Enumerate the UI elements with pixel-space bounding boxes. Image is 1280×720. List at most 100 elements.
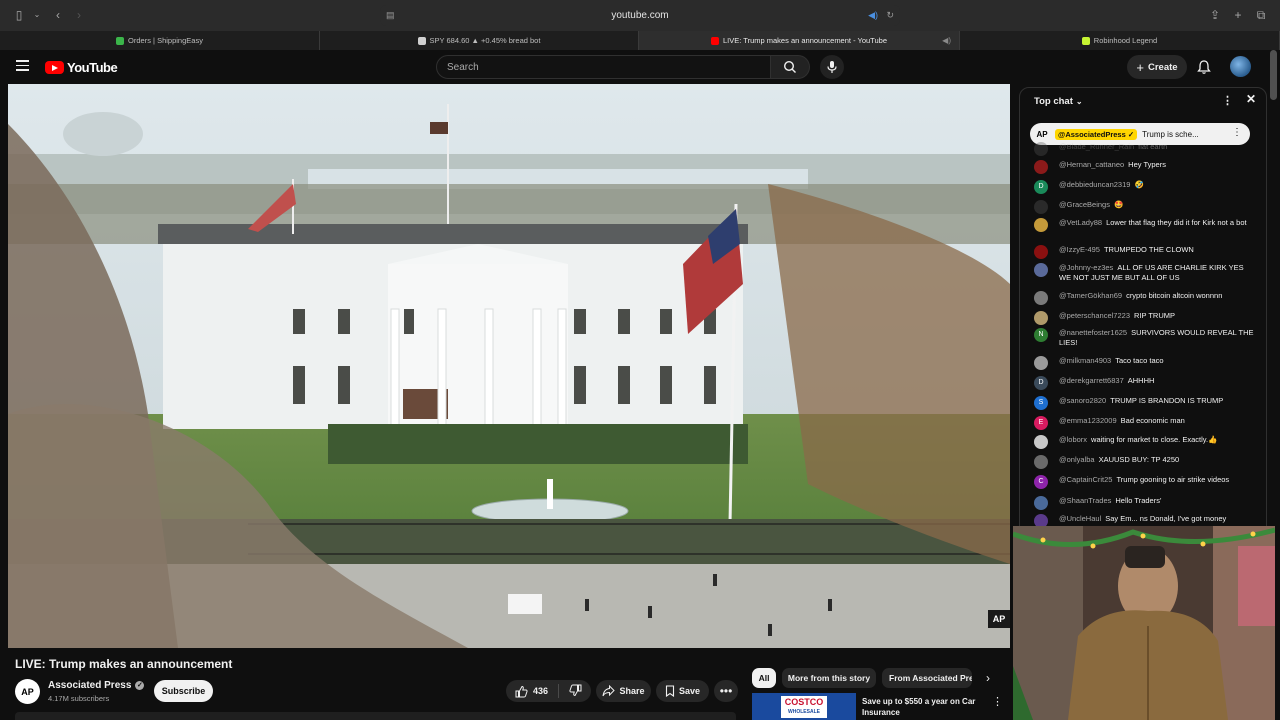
video-player[interactable]: AP xyxy=(8,84,1010,648)
chat-text: Taco taco taco xyxy=(1115,356,1164,365)
like-button[interactable]: 436 xyxy=(515,685,548,698)
chat-header: Top chat ⌄ ⋮ ✕ xyxy=(1020,88,1266,114)
chat-message[interactable]: N @nanettefoster1625 SURVIVORS WOULD REVEA… xyxy=(1034,328,1256,348)
search-input[interactable] xyxy=(447,61,770,73)
subscribe-button[interactable]: Subscribe xyxy=(154,680,213,702)
page-settings-icon[interactable]: ▤ xyxy=(386,10,395,21)
reload-icon[interactable]: ↻ xyxy=(886,10,894,21)
account-avatar[interactable] xyxy=(1230,56,1251,77)
ad-more-options-icon[interactable]: ⋮ xyxy=(992,695,1003,708)
chat-text: TRUMP IS BRANDON IS TRUMP xyxy=(1110,396,1224,405)
chat-message[interactable]: @Johnny-ez3es ALL OF US ARE CHARLIE KIRK … xyxy=(1034,263,1256,283)
chat-message[interactable]: @GraceBeings 🤩 xyxy=(1034,200,1256,214)
chat-author[interactable]: @GraceBeings xyxy=(1059,200,1110,209)
chat-more-options-icon[interactable]: ⋮ xyxy=(1222,94,1233,107)
webcam-image xyxy=(1013,526,1275,720)
forward-icon[interactable]: › xyxy=(72,8,86,22)
back-icon[interactable]: ‹ xyxy=(51,8,65,22)
chat-author[interactable]: @onlyalba xyxy=(1059,455,1095,464)
chat-message[interactable]: @IzzyE-495 TRUMPEDO THE CLOWN xyxy=(1034,245,1256,259)
more-actions-button[interactable]: ••• xyxy=(714,680,738,702)
share-icon[interactable]: ⇪ xyxy=(1208,8,1222,22)
chat-text: Lower that flag they did it for Kirk not… xyxy=(1106,218,1247,227)
chat-mode-dropdown[interactable]: Top chat ⌄ xyxy=(1034,96,1083,107)
chat-author[interactable]: @debbieduncan2319 xyxy=(1059,180,1130,189)
tab-shippingeasy[interactable]: Orders | ShippingEasy xyxy=(0,31,320,50)
tab-spy[interactable]: SPY 684.60 ▲ +0.45% bread bot xyxy=(320,31,639,50)
chat-author[interactable]: @peterschancel7223 xyxy=(1059,311,1130,320)
chat-message[interactable]: @Hernan_cattaneo Hey Typers xyxy=(1034,160,1256,174)
chat-author[interactable]: @loborx xyxy=(1059,435,1087,444)
address-bar[interactable]: ▤ youtube.com ◀) ↻ xyxy=(380,5,900,26)
chat-avatar: D xyxy=(1034,180,1048,194)
chat-author[interactable]: @milkman4903 xyxy=(1059,356,1111,365)
chip-from-associated-press[interactable]: From Associated Press xyxy=(882,668,972,688)
chat-author[interactable]: @IzzyE-495 xyxy=(1059,245,1100,254)
save-button[interactable]: Save xyxy=(656,680,709,702)
chat-author[interactable]: @VetLady88 xyxy=(1059,218,1102,227)
sponsored-ad[interactable]: COSTCO WHOLESALE Save up to $550 a year … xyxy=(752,693,1010,720)
chat-author[interactable]: @sanoro2820 xyxy=(1059,396,1106,405)
chat-author[interactable]: @nanettefoster1625 xyxy=(1059,328,1127,337)
chat-scrollbar[interactable] xyxy=(1259,122,1263,522)
verified-check-icon: ✓ xyxy=(135,681,145,690)
notifications-bell-icon[interactable] xyxy=(1196,59,1212,75)
robinhood-favicon-icon xyxy=(1081,36,1090,45)
pinned-author: @AssociatedPress ✓ xyxy=(1055,128,1138,140)
chat-author[interactable]: @UncleHaul xyxy=(1059,514,1101,523)
chat-avatar xyxy=(1034,291,1048,305)
youtube-logo[interactable]: YouTube xyxy=(45,60,118,75)
search-button[interactable] xyxy=(771,55,810,79)
new-tab-icon[interactable]: + xyxy=(1231,8,1245,22)
chevron-right-icon[interactable]: › xyxy=(980,670,996,686)
chat-author[interactable]: @derekgarrett6837 xyxy=(1059,376,1124,385)
mute-tab-icon[interactable]: ◀) xyxy=(942,36,951,45)
chat-message[interactable]: S @sanoro2820 TRUMP IS BRANDON IS TRUMP xyxy=(1034,396,1256,410)
chat-avatar xyxy=(1034,311,1048,325)
chat-author[interactable]: @emma1232009 xyxy=(1059,416,1117,425)
tab-overview-icon[interactable]: ⧉ xyxy=(1254,8,1268,22)
audio-playing-icon[interactable]: ◀) xyxy=(868,10,878,21)
description-box[interactable] xyxy=(15,712,736,720)
chat-author[interactable]: @TamerGökhan69 xyxy=(1059,291,1122,300)
chat-message[interactable]: D @derekgarrett6837 AHHHH xyxy=(1034,376,1256,390)
search-box[interactable] xyxy=(436,55,771,79)
shippingeasy-favicon-icon xyxy=(116,36,125,45)
chat-message[interactable]: C @CaptainCrit25 Trump gooning to air stri… xyxy=(1034,475,1256,489)
pinned-more-icon[interactable]: ⋮ xyxy=(1232,127,1242,138)
chat-avatar xyxy=(1034,496,1048,510)
chat-message[interactable]: @loborx waiting for market to close. Exac… xyxy=(1034,435,1256,449)
chevron-down-icon[interactable]: ⌄ xyxy=(30,8,44,22)
close-chat-icon[interactable]: ✕ xyxy=(1246,92,1256,106)
chat-text: waiting for market to close. Exactly.👍 xyxy=(1091,435,1218,444)
page-scrollbar[interactable] xyxy=(1270,50,1277,100)
chat-message[interactable]: @TamerGökhan69 crypto bitcoin altcoin won… xyxy=(1034,291,1256,305)
chip-all[interactable]: All xyxy=(752,668,776,688)
chat-message[interactable]: E @emma1232009 Bad economic man xyxy=(1034,416,1256,430)
dislike-button[interactable] xyxy=(569,684,582,699)
tab-youtube[interactable]: LIVE: Trump makes an announcement - YouT… xyxy=(639,31,960,50)
chat-message[interactable]: @onlyalba XAUUSD BUY: TP 4250 xyxy=(1034,455,1256,469)
chat-message[interactable]: @milkman4903 Taco taco taco xyxy=(1034,356,1256,370)
chat-author[interactable]: @CaptainCrit25 xyxy=(1059,475,1112,484)
chat-author[interactable]: @ShaanTrades xyxy=(1059,496,1111,505)
tab-robinhood[interactable]: Robinhood Legend xyxy=(960,31,1280,50)
share-button[interactable]: Share xyxy=(596,680,651,702)
create-button[interactable]: + Create xyxy=(1127,55,1187,79)
sidebar-toggle-icon[interactable]: ▯ xyxy=(12,8,26,22)
channel-avatar[interactable]: AP xyxy=(15,679,40,704)
chat-message[interactable]: @VetLady88 Lower that flag they did it fo… xyxy=(1034,218,1256,232)
chat-message[interactable]: @ShaanTrades Hello Traders' xyxy=(1034,496,1256,510)
hamburger-menu-icon[interactable] xyxy=(16,60,29,71)
chat-avatar xyxy=(1034,263,1048,277)
chat-text: 🤣 xyxy=(1134,180,1144,189)
chat-avatar xyxy=(1034,218,1048,232)
chat-message[interactable]: @peterschancel7223 RIP TRUMP xyxy=(1034,311,1256,325)
chip-more-from-story[interactable]: More from this story xyxy=(782,668,876,688)
chat-message[interactable]: D @debbieduncan2319 🤣 xyxy=(1034,180,1256,194)
chat-author[interactable]: @Hernan_cattaneo xyxy=(1059,160,1124,169)
search-icon xyxy=(783,60,796,73)
channel-name[interactable]: Associated Press ✓ xyxy=(48,680,145,691)
voice-search-button[interactable] xyxy=(820,55,844,79)
chat-author[interactable]: @Johnny-ez3es xyxy=(1059,263,1113,272)
